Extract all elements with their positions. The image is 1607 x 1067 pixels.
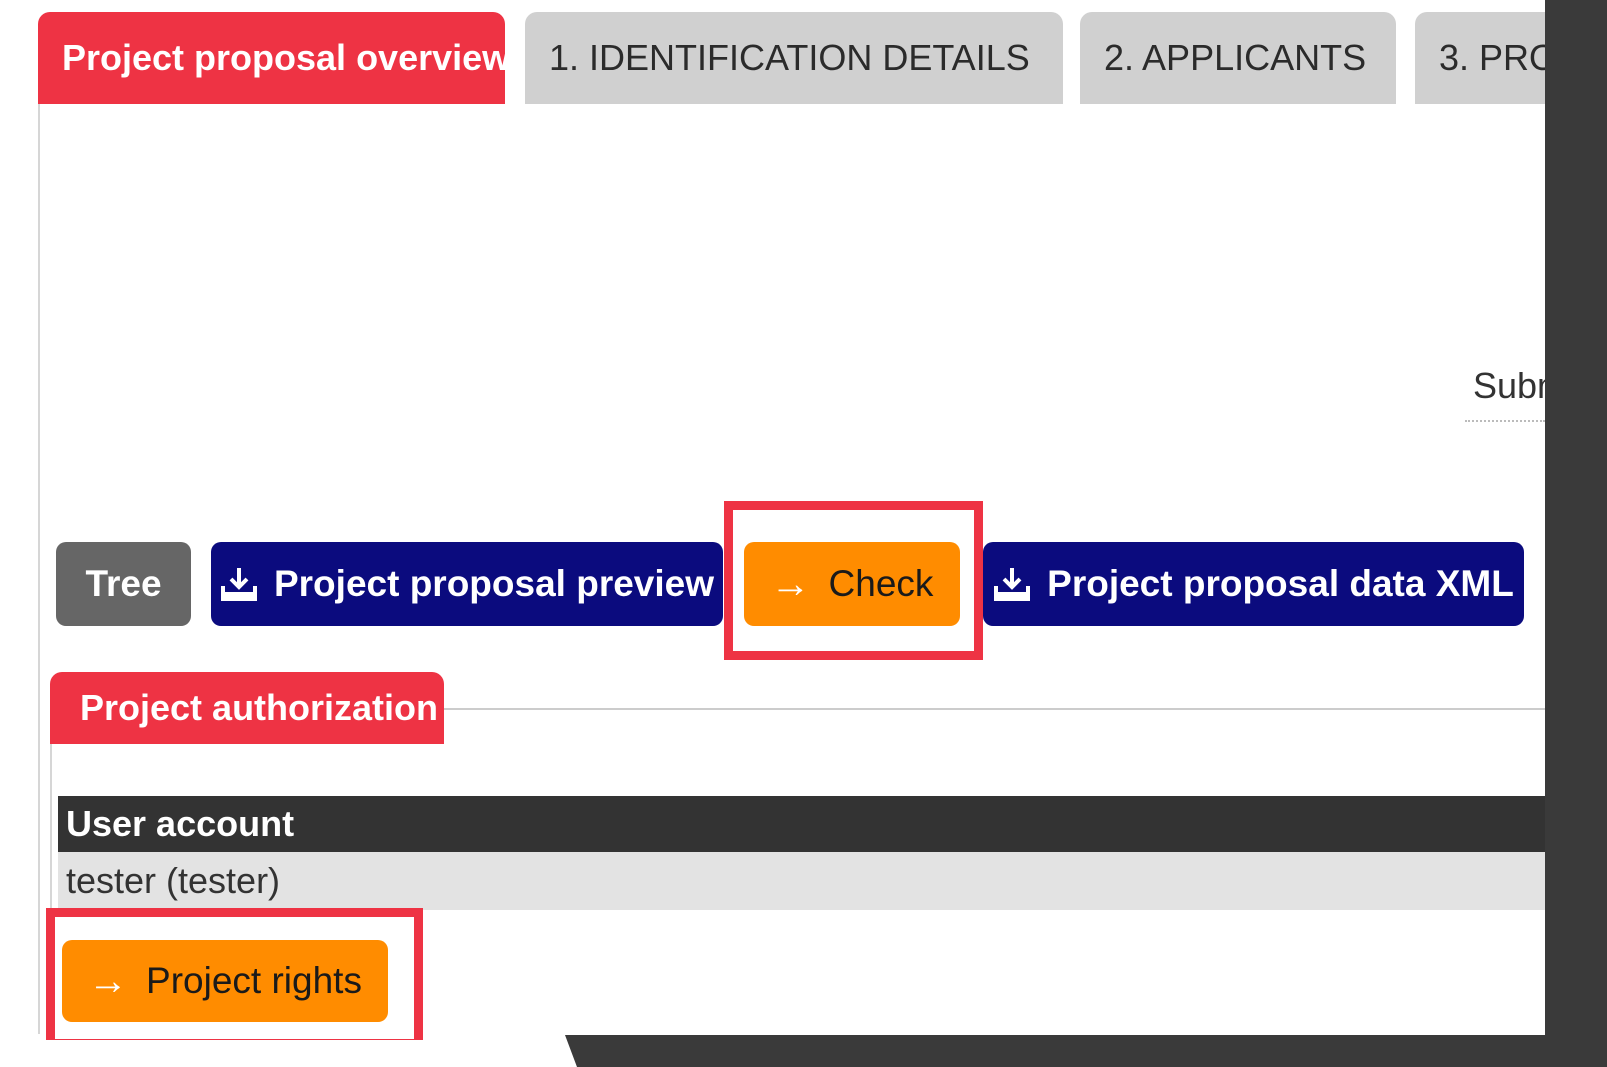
page-viewport: Project proposal overview 1. IDENTIFICAT…	[0, 0, 1545, 1040]
table-cell-user: tester (tester)	[66, 860, 281, 901]
project-proposal-data-xml-button[interactable]: Project proposal data XML	[983, 542, 1524, 626]
project-rights-label: Project rights	[146, 960, 362, 1001]
divider	[1465, 420, 1545, 422]
download-icon	[993, 566, 1031, 602]
project-authorization-header: Project authorization	[50, 672, 444, 744]
tab-project-proposal-overview[interactable]: Project proposal overview	[38, 12, 510, 104]
tree-button-label: Tree	[85, 563, 162, 604]
table-header: User account	[58, 796, 1545, 852]
submit-link-partial[interactable]: Subm	[1473, 365, 1545, 407]
check-button[interactable]: → Check	[744, 542, 960, 626]
tab-label: 1. IDENTIFICATION DETAILS	[549, 37, 1030, 78]
panel-border	[38, 104, 40, 1034]
tab-label: Project proposal overview	[62, 37, 511, 78]
table-row: tester (tester)	[58, 852, 1545, 910]
arrow-right-icon: →	[770, 561, 811, 606]
section-title: Project authorization	[80, 687, 439, 728]
project-rights-button[interactable]: → Project rights	[62, 940, 388, 1022]
tab-project[interactable]: 3. PRO	[1415, 12, 1545, 104]
project-proposal-preview-button[interactable]: Project proposal preview	[211, 542, 723, 626]
window-edge-right	[1545, 0, 1607, 1067]
column-header-user-account: User account	[66, 803, 295, 844]
preview-button-label: Project proposal preview	[273, 563, 715, 604]
tab-identification-details[interactable]: 1. IDENTIFICATION DETAILS	[525, 12, 1063, 104]
arrow-right-icon: →	[88, 958, 129, 1003]
download-icon	[220, 566, 258, 602]
section-divider	[444, 708, 1545, 710]
tree-button[interactable]: Tree	[56, 542, 191, 626]
xml-button-label: Project proposal data XML	[1047, 563, 1514, 604]
tab-label: 2. APPLICANTS	[1104, 37, 1367, 78]
tab-applicants[interactable]: 2. APPLICANTS	[1080, 12, 1396, 104]
check-button-label: Check	[828, 563, 934, 604]
tab-label: 3. PRO	[1439, 37, 1545, 78]
